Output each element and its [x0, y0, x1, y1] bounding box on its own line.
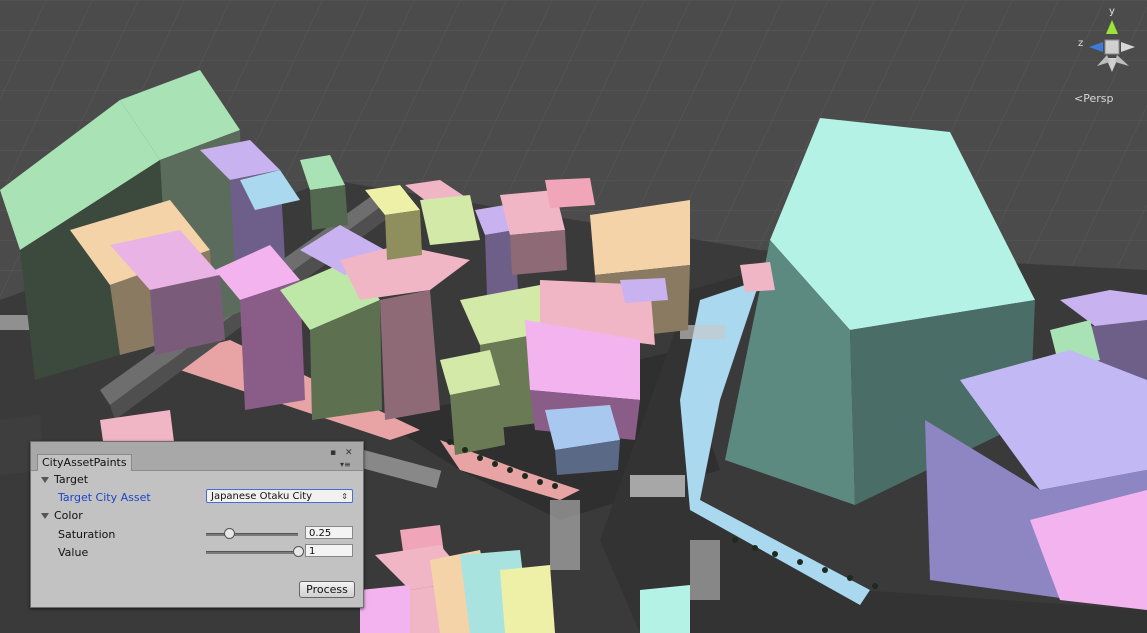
view-mode-label[interactable]: <Persp	[1074, 92, 1113, 105]
target-foldout-icon[interactable]	[41, 477, 49, 483]
gizmo-cube-icon	[1104, 39, 1120, 55]
window-menu-icon[interactable]: ▾≡	[340, 460, 351, 469]
gizmo-down-arm[interactable]	[1097, 55, 1129, 72]
value-slider[interactable]	[206, 551, 298, 554]
saturation-label: Saturation	[58, 528, 116, 541]
dropdown-arrows-icon: ⇕	[341, 492, 348, 501]
color-section-header[interactable]: Color	[54, 509, 83, 522]
value-label: Value	[58, 546, 89, 559]
target-section-header[interactable]: Target	[54, 473, 88, 486]
value-field[interactable]: 1	[305, 544, 353, 557]
perspective-chevron-icon: <	[1074, 92, 1084, 105]
gizmo-x-arm[interactable]	[1121, 42, 1135, 52]
value-slider-thumb[interactable]	[293, 546, 304, 557]
target-city-asset-value: Japanese Otaku City	[211, 491, 313, 502]
color-foldout-icon[interactable]	[41, 513, 49, 519]
saturation-slider[interactable]	[206, 533, 298, 536]
gizmo-z-arm[interactable]: z	[1078, 38, 1103, 52]
maximize-icon[interactable]: ▪	[330, 449, 336, 458]
close-icon[interactable]: ✕	[345, 449, 353, 458]
process-button[interactable]: Process	[299, 581, 355, 598]
window-titlebar[interactable]: CityAssetPaints ▪ ✕ ▾≡	[31, 442, 363, 471]
gizmo-z-label: z	[1078, 38, 1083, 49]
gizmo-y-label: y	[1109, 6, 1115, 17]
window-tab[interactable]: CityAssetPaints	[37, 454, 132, 471]
gizmo-y-arm[interactable]: y	[1106, 6, 1118, 34]
saturation-slider-thumb[interactable]	[224, 528, 235, 539]
city-asset-paints-window: CityAssetPaints ▪ ✕ ▾≡ Target Target Cit…	[30, 441, 364, 608]
target-city-asset-dropdown[interactable]: Japanese Otaku City ⇕	[206, 489, 353, 503]
target-city-asset-label: Target City Asset	[58, 491, 151, 504]
saturation-field[interactable]: 0.25	[305, 526, 353, 539]
